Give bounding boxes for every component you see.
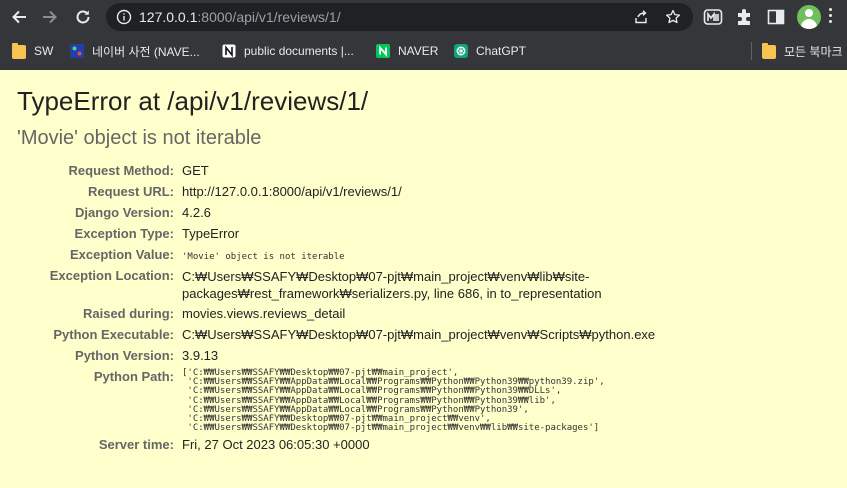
row-python-executable: Python Executable: C:₩Users₩SSAFY₩Deskto…: [0, 325, 822, 346]
meta-value: movies.views.reviews_detail: [182, 306, 346, 321]
python-path-list: ['C:₩₩Users₩₩SSAFY₩₩Desktop₩₩07-pjt₩₩mai…: [182, 368, 605, 434]
share-icon[interactable]: [633, 9, 649, 25]
url-path: :8000/api/v1/reviews/1/: [197, 9, 341, 25]
row-raised-during: Raised during: movies.views.reviews_deta…: [0, 304, 822, 325]
forward-button[interactable]: [38, 5, 62, 29]
bookmark-folder-all[interactable]: 모든 북마크: [762, 42, 843, 60]
meta-label: Python Executable:: [53, 327, 174, 342]
meta-label: Raised during:: [82, 306, 174, 321]
folder-icon: [762, 42, 776, 59]
bookmarks-bar: SW 네이버 사전 (NAVE... public documents |...…: [0, 37, 847, 65]
row-exception-type: Exception Type: TypeError: [0, 224, 822, 245]
arrow-left-icon: [12, 10, 26, 24]
bookmark-naver[interactable]: NAVER: [376, 42, 438, 60]
info-icon[interactable]: [116, 9, 132, 25]
meta-value: 4.2.6: [182, 205, 211, 220]
meta-value-cell: 'Movie' object is not iterable: [182, 245, 822, 266]
meta-label: Request URL:: [88, 184, 174, 199]
row-python-version: Python Version: 3.9.13: [0, 346, 822, 367]
browser-toolbar: 127.0.0.1:8000/api/v1/reviews/1/: [0, 0, 847, 34]
meta-value: Fri, 27 Oct 2023 06:05:30 +0000: [182, 437, 370, 453]
meta-value: 3.9.13: [182, 348, 219, 363]
notion-icon: [222, 44, 236, 58]
naver-dict-icon: [70, 44, 84, 58]
bookmark-naver-dict[interactable]: 네이버 사전 (NAVE...: [70, 42, 200, 60]
error-subtitle: 'Movie' object is not iterable: [17, 127, 262, 149]
meta-label: Exception Value:: [69, 247, 174, 262]
error-title: TypeError at /api/v1/reviews/1/: [17, 86, 369, 116]
meta-value-cell: ['C:₩₩Users₩₩SSAFY₩₩Desktop₩₩07-pjt₩₩mai…: [182, 367, 822, 435]
extension-m-icon[interactable]: [703, 7, 723, 27]
bookmark-label: NAVER: [398, 44, 439, 58]
bookmark-notion[interactable]: public documents |...: [222, 42, 354, 60]
meta-label: Python Version:: [75, 348, 174, 363]
extensions-puzzle-icon[interactable]: [735, 7, 755, 27]
meta-label: Python Path:: [93, 369, 174, 384]
meta-label: Server time:: [98, 437, 174, 453]
row-server-time: Server time: Fri, 27 Oct 2023 06:05:30 +…: [0, 435, 822, 456]
meta-label: Django Version:: [75, 205, 174, 220]
request-meta-table: Request Method: GET Request URL: http://…: [0, 161, 822, 456]
naver-icon: [376, 44, 390, 58]
error-page: TypeError at /api/v1/reviews/1/ 'Movie' …: [0, 70, 847, 488]
reload-icon: [76, 10, 90, 24]
url-text[interactable]: 127.0.0.1:8000/api/v1/reviews/1/: [139, 9, 341, 25]
menu-kebab-icon[interactable]: [829, 8, 833, 26]
chatgpt-icon: [454, 44, 468, 58]
row-django-version: Django Version: 4.2.6: [0, 203, 822, 224]
meta-label: Exception Location:: [49, 268, 174, 283]
meta-value: GET: [182, 163, 209, 178]
row-exception-location: Exception Location: C:₩Users₩SSAFY₩Deskt…: [0, 266, 822, 304]
exception-value-text: 'Movie' object is not iterable: [182, 252, 345, 262]
back-button[interactable]: [7, 5, 31, 29]
star-icon[interactable]: [665, 9, 681, 25]
meta-label: Request Method:: [68, 163, 174, 178]
meta-value-cell: C:₩Users₩SSAFY₩Desktop₩07-pjt₩main_proje…: [182, 266, 822, 304]
url-host: 127.0.0.1: [139, 9, 198, 25]
row-exception-value: Exception Value: 'Movie' object is not i…: [0, 245, 822, 266]
meta-value: C:₩Users₩SSAFY₩Desktop₩07-pjt₩main_proje…: [182, 327, 656, 342]
row-request-url: Request URL: http://127.0.0.1:8000/api/v…: [0, 182, 822, 203]
meta-label: Exception Type:: [74, 226, 174, 241]
browser-chrome: 127.0.0.1:8000/api/v1/reviews/1/ SW 네이버 …: [0, 0, 847, 70]
exception-location-text: C:₩Users₩SSAFY₩Desktop₩07-pjt₩main_proje…: [182, 269, 602, 301]
bookmark-label: ChatGPT: [476, 44, 527, 58]
meta-value: TypeError: [182, 226, 240, 241]
meta-value: http://127.0.0.1:8000/api/v1/reviews/1/: [182, 184, 402, 199]
folder-icon: [12, 42, 26, 59]
bookmarks-separator: [751, 42, 752, 60]
arrow-right-icon: [43, 10, 57, 24]
bookmark-label: SW: [34, 44, 54, 58]
bookmark-label: 모든 북마크: [784, 44, 843, 59]
bookmark-label: public documents |...: [244, 44, 354, 58]
side-panel-icon[interactable]: [766, 7, 786, 27]
row-python-path: Python Path: ['C:₩₩Users₩₩SSAFY₩₩Desktop…: [0, 367, 822, 435]
bookmark-chatgpt[interactable]: ChatGPT: [454, 42, 526, 60]
bookmark-label: 네이버 사전 (NAVE...: [92, 44, 200, 59]
profile-avatar[interactable]: [797, 5, 821, 29]
address-bar[interactable]: 127.0.0.1:8000/api/v1/reviews/1/: [106, 3, 693, 31]
bookmark-folder-sw[interactable]: SW: [12, 42, 53, 60]
reload-button[interactable]: [71, 5, 95, 29]
row-request-method: Request Method: GET: [0, 161, 822, 182]
